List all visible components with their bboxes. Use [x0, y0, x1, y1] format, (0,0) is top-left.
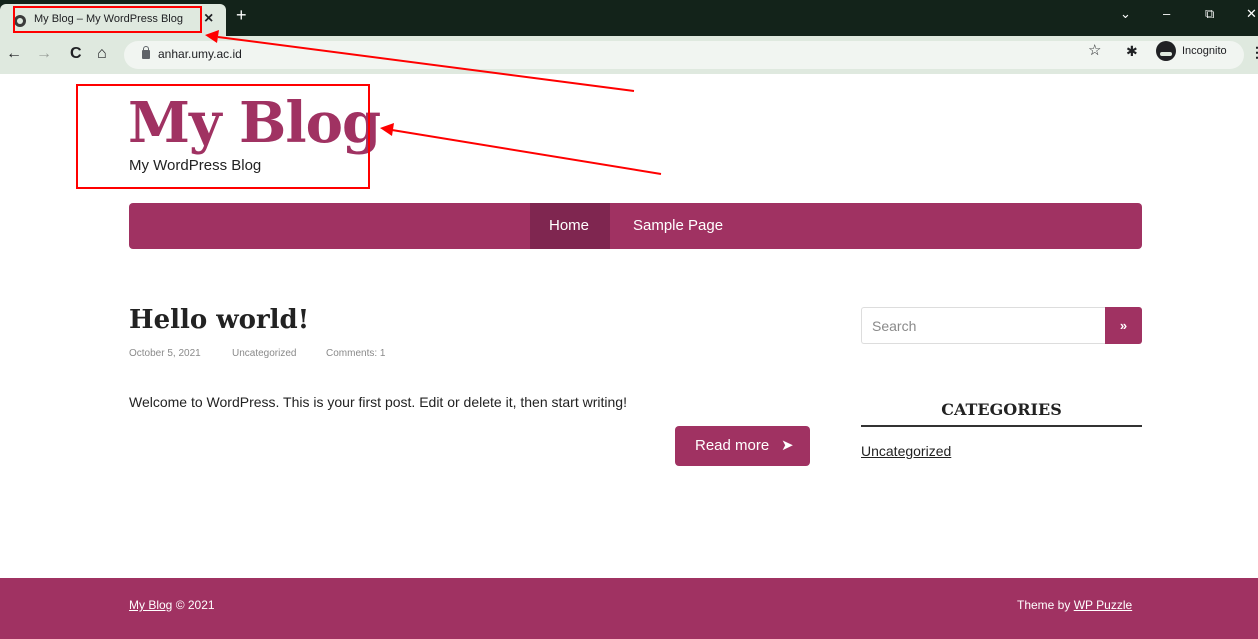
footer-theme-link[interactable]: WP Puzzle [1074, 598, 1132, 612]
categories-divider [861, 425, 1142, 427]
annotation-arrow-title [391, 129, 662, 175]
nav-item-sample-page[interactable]: Sample Page [633, 217, 723, 234]
post-comments[interactable]: Comments: 1 [326, 348, 385, 359]
address-bar[interactable]: anhar.umy.ac.id [124, 41, 1244, 69]
tab-close-icon[interactable]: × [204, 9, 213, 29]
back-icon[interactable]: ← [6, 44, 22, 64]
close-window-icon[interactable]: ✕ [1246, 4, 1257, 24]
post-title[interactable]: Hello world! [129, 305, 309, 335]
arrow-right-icon: ➤ [781, 437, 794, 454]
footer-theme-prefix: Theme by [1017, 598, 1074, 612]
footer-site-link[interactable]: My Blog [129, 598, 172, 612]
extensions-icon[interactable]: ✱ [1126, 43, 1138, 59]
search-input[interactable] [861, 307, 1106, 344]
star-icon[interactable]: ☆ [1088, 43, 1101, 59]
post-date[interactable]: October 5, 2021 [129, 348, 201, 359]
annotation-box-tab [13, 6, 202, 33]
site-footer: My Blog © 2021 Theme by WP Puzzle [0, 578, 1258, 639]
annotation-box-title [76, 84, 370, 189]
forward-icon[interactable]: → [36, 44, 52, 64]
footer-copyright: My Blog © 2021 [129, 598, 215, 612]
main-navigation: Home Sample Page [129, 203, 1142, 249]
menu-icon[interactable]: ⋮ [1250, 44, 1258, 61]
url-text[interactable]: anhar.umy.ac.id [158, 47, 242, 61]
incognito-icon[interactable] [1156, 41, 1176, 61]
category-link[interactable]: Uncategorized [861, 443, 951, 459]
post-category[interactable]: Uncategorized [232, 348, 296, 359]
search-button[interactable]: » [1105, 307, 1142, 344]
nav-item-home[interactable]: Home [530, 203, 610, 249]
read-more-label: Read more [695, 437, 770, 454]
home-icon[interactable]: ⌂ [97, 44, 107, 64]
screen: My Blog – My WordPress Blog × + ⌄ – ⧉ ✕ … [0, 0, 1258, 639]
new-tab-button[interactable]: + [236, 5, 247, 25]
annotation-arrowhead-title [380, 123, 394, 136]
nav-item-label: Home [549, 217, 590, 234]
minimize-icon[interactable]: – [1163, 4, 1170, 24]
read-more-button[interactable]: Read more ➤ [675, 426, 810, 466]
categories-title: CATEGORIES [941, 400, 1062, 419]
reload-icon[interactable]: C [70, 44, 82, 64]
browser-toolbar: ← → C ⌂ anhar.umy.ac.id ☆ ✱ Incognito ⋮ [0, 36, 1258, 74]
incognito-label[interactable]: Incognito [1182, 45, 1227, 57]
lock-icon[interactable] [142, 46, 150, 59]
restore-icon[interactable]: ⧉ [1205, 4, 1214, 24]
footer-copyright-text: © 2021 [172, 598, 215, 612]
footer-credit: Theme by WP Puzzle [1017, 598, 1132, 612]
post-excerpt: Welcome to WordPress. This is your first… [129, 394, 627, 410]
tab-search-icon[interactable]: ⌄ [1120, 4, 1131, 24]
